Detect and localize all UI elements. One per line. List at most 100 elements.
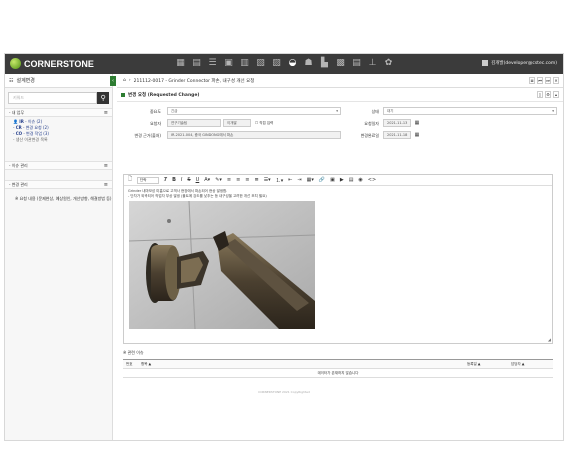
- doc-icon[interactable]: ▤: [191, 58, 202, 69]
- list-icon[interactable]: ☰: [207, 58, 218, 69]
- building-icon[interactable]: ▙: [319, 58, 330, 69]
- doc2-icon[interactable]: ▤: [351, 58, 362, 69]
- menu-icon[interactable]: ≡: [104, 181, 108, 189]
- paragraph-select[interactable]: 단락: [137, 176, 160, 184]
- align-left-icon[interactable]: ≡: [227, 177, 231, 183]
- link-icon[interactable]: 🔗: [319, 177, 325, 183]
- user-menu[interactable]: 김개발(developer@cstec.com): [482, 60, 557, 66]
- new-doc-icon[interactable]: 🗋: [128, 176, 132, 184]
- italic-icon[interactable]: I: [181, 177, 182, 183]
- calendar-icon[interactable]: ▦: [413, 119, 421, 127]
- board-icon[interactable]: ▧: [255, 58, 266, 69]
- col-item[interactable]: 항목 ▲: [137, 360, 467, 368]
- importance-label: 중요도: [149, 109, 161, 114]
- document-icon[interactable]: ▯: [537, 91, 543, 98]
- rich-text-editor[interactable]: 🗋 단락 Ⱦ B I S U A▾ ✎▾ ≡ ≡ ≡ ≣ ☰▾ ⒈▾ ⇤ ⇥ ▦…: [123, 174, 553, 344]
- editor-text[interactable]: Grinder 내마모성 미흡으로 고객사 현장에서 파손되어 현상 발생함. …: [124, 186, 552, 202]
- clear-format-icon[interactable]: Ⱦ: [164, 177, 167, 183]
- archive-icon[interactable]: ▨: [271, 58, 282, 69]
- requester-dept-field[interactable]: 연구기술팀: [167, 119, 221, 127]
- request-form: 중요도 긴급 ▾ 상태 대기 ▾ 요청자 연구기술팀 이개발 ☐ 직접 입력 요청일…: [117, 102, 563, 160]
- gear-icon[interactable]: ✿: [383, 58, 394, 69]
- editor-line: - 단차가 외곽되어 작업자 부상 발생 (볼트에 강도를 낮추는 등 내구성을…: [128, 194, 267, 198]
- importance-select[interactable]: 긴급 ▾: [167, 107, 341, 115]
- col-no[interactable]: 번호: [123, 360, 137, 368]
- empty-row: 데이터가 존재하지 않습니다: [123, 369, 553, 378]
- media-icon[interactable]: ▶: [340, 177, 344, 183]
- section-header[interactable]: - 이슈 관리 ≡: [5, 161, 112, 170]
- calendar-icon[interactable]: ▥: [239, 58, 250, 69]
- complete-date-field[interactable]: 2021-11-18: [383, 131, 411, 139]
- home-icon[interactable]: ⌂: [123, 78, 126, 83]
- menu-icon[interactable]: ≡: [104, 109, 108, 117]
- search-button[interactable]: ⚲: [97, 92, 109, 104]
- search-input[interactable]: 키워드: [8, 92, 98, 104]
- file-icon[interactable]: ▤: [349, 177, 354, 183]
- main-menu: ▦ ▤ ☰ ▣ ▥ ▧ ▨ ◒ ☗ ▙ ▩ ▤ ⊥ ✿: [175, 58, 394, 69]
- align-right-icon[interactable]: ≡: [245, 177, 249, 183]
- grid-icon[interactable]: ▦: [175, 58, 186, 69]
- requester-name-field[interactable]: 이개발: [223, 119, 251, 127]
- list-view-button[interactable]: ≣: [529, 77, 535, 84]
- request-date-field[interactable]: 2021-11-13: [383, 119, 411, 127]
- title-marker-icon: [121, 92, 125, 97]
- indent-icon[interactable]: ⇥: [297, 177, 301, 183]
- sitemap-icon: ☷: [9, 77, 14, 84]
- table-header: 번호 항목 ▲ 등록일 ▲ 담당자 ▲: [123, 360, 553, 369]
- user-avatar-icon: [482, 60, 489, 66]
- bullet-list-icon[interactable]: ☰▾: [264, 177, 271, 183]
- col-owner[interactable]: 담당자 ▲: [511, 360, 551, 368]
- gauge-icon[interactable]: ◒: [287, 58, 298, 69]
- logo[interactable]: CORNERSTONE: [10, 58, 94, 69]
- bold-icon[interactable]: B: [172, 177, 176, 183]
- status-select[interactable]: 대기 ▾: [383, 107, 557, 115]
- panel-title-text: 변경 요청 (Requested Change): [128, 92, 200, 98]
- strike-icon[interactable]: S: [187, 177, 190, 183]
- panel-title: 변경 요청 (Requested Change) ▯ ⚙ ▴: [117, 88, 563, 102]
- highlight-icon[interactable]: ✎▾: [215, 177, 222, 183]
- basis-field[interactable]: IR-2021-004, 중국 GINDONG에서 파손: [167, 131, 341, 139]
- sidebar: ☷ 설계변경 ‹ 키워드 ⚲ - 내 업무 ≡ 👤 IR - 이슈 (2) - C…: [5, 74, 116, 440]
- editor-toolbar: 🗋 단락 Ⱦ B I S U A▾ ✎▾ ≡ ≡ ≡ ≣ ☰▾ ⒈▾ ⇤ ⇥ ▦…: [124, 175, 552, 186]
- align-center-icon[interactable]: ≡: [236, 177, 240, 183]
- preview-icon[interactable]: ◉: [358, 177, 362, 183]
- menu-icon[interactable]: ≡: [104, 162, 108, 170]
- basis-label: 변경 근거(출처): [134, 133, 161, 138]
- settings-icon[interactable]: ⚙: [545, 91, 551, 98]
- justify-icon[interactable]: ≣: [255, 177, 259, 183]
- col-date[interactable]: 등록일 ▲: [467, 360, 511, 368]
- outdent-icon[interactable]: ⇤: [288, 177, 292, 183]
- table-icon[interactable]: ▦▾: [307, 177, 314, 183]
- footer: CORNERSTONE 2021 CopyRighted: [258, 390, 310, 394]
- search-icon: ⚲: [100, 94, 106, 102]
- underline-icon[interactable]: U: [196, 177, 200, 183]
- collapse-sidebar-button[interactable]: ‹: [110, 76, 116, 86]
- image-icon[interactable]: ▣: [330, 177, 335, 183]
- section-header[interactable]: - 내 업무 ≡: [5, 108, 112, 117]
- collapse-icon[interactable]: ▴: [553, 91, 559, 98]
- app-window: CORNERSTONE ▦ ▤ ☰ ▣ ▥ ▧ ▨ ◒ ☗ ▙ ▩ ▤ ⊥ ✿ …: [4, 53, 564, 441]
- folder-icon[interactable]: ▣: [223, 58, 234, 69]
- close-button[interactable]: ✕: [553, 77, 559, 84]
- section-change-management: - 변경 관리 ≡: [5, 180, 112, 189]
- sidebar-title: 설계변경: [16, 78, 35, 84]
- direct-input-checkbox[interactable]: ☐ 직접 입력: [255, 121, 273, 126]
- breadcrumb: ⌂ › 211112-0017 - Grinder Connector 파손, …: [117, 74, 563, 88]
- tree-icon[interactable]: ⊥: [367, 58, 378, 69]
- attached-photo[interactable]: [129, 201, 315, 329]
- font-color-icon[interactable]: A▾: [204, 177, 210, 183]
- number-list-icon[interactable]: ⒈▾: [276, 177, 284, 184]
- related-issues-table: 번호 항목 ▲ 등록일 ▲ 담당자 ▲ 데이터가 존재하지 않습니다: [123, 359, 553, 378]
- calendar-icon[interactable]: ▦: [413, 131, 421, 139]
- breadcrumb-title: 211112-0017 - Grinder Connector 파손, 내구성 …: [133, 78, 255, 84]
- resize-handle-icon[interactable]: ◢: [548, 337, 551, 342]
- section-header[interactable]: - 변경 관리 ≡: [5, 180, 112, 189]
- content-label: ※ 요청 내용 (문제현상, 예상원인, 개선방향, 해결방법 등): [15, 196, 112, 201]
- sidebar-item-production[interactable]: - 생산 이관변경 목록: [13, 137, 112, 143]
- code-icon[interactable]: <>: [368, 177, 376, 183]
- chat-icon[interactable]: ▩: [335, 58, 346, 69]
- first-button[interactable]: ⏮: [537, 77, 543, 84]
- last-button[interactable]: ⏭: [545, 77, 551, 84]
- person-icon[interactable]: ☗: [303, 58, 314, 69]
- related-issues-label: ※ 관련 이슈: [123, 350, 144, 355]
